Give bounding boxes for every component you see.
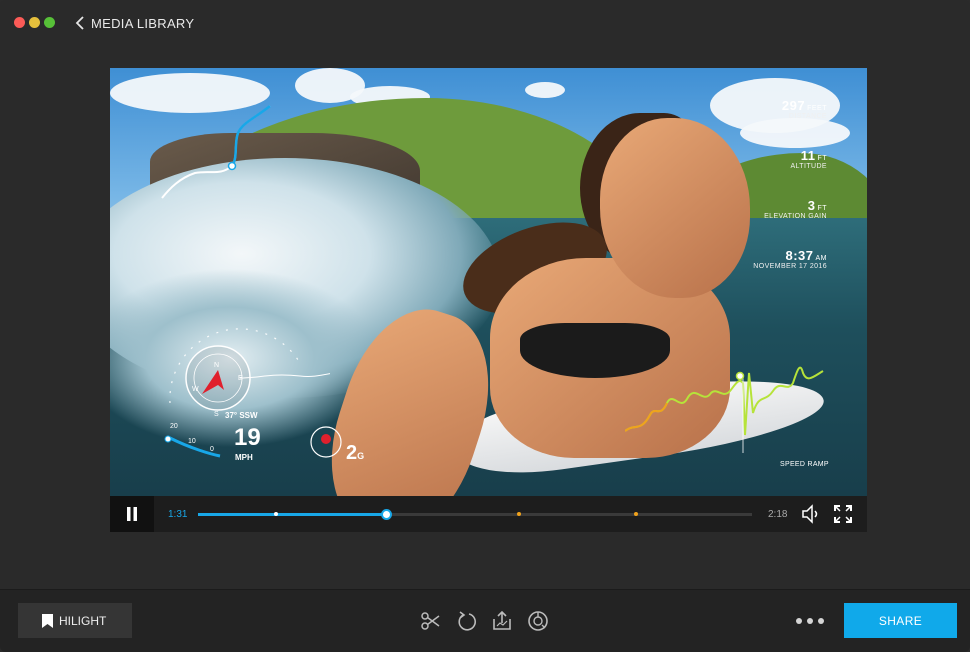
share-button[interactable]: SHARE bbox=[844, 603, 957, 638]
highlight-marker[interactable] bbox=[273, 512, 278, 516]
page-title: MEDIA LIBRARY bbox=[91, 16, 195, 31]
back-button[interactable] bbox=[70, 12, 90, 34]
total-time: 2:18 bbox=[768, 509, 788, 520]
speed-tick-20: 20 bbox=[170, 423, 178, 430]
burn-disc-button[interactable] bbox=[526, 609, 550, 633]
compass-e: E bbox=[238, 375, 243, 382]
speed-ramp-graph bbox=[625, 366, 824, 453]
seek-bar[interactable] bbox=[198, 509, 752, 520]
trim-button[interactable] bbox=[419, 609, 443, 633]
chevron-left-icon bbox=[75, 16, 84, 30]
elevation-gain-stat: 3 FT ELEVATION GAIN bbox=[764, 198, 827, 220]
more-dot-icon bbox=[807, 618, 813, 624]
volume-icon bbox=[802, 504, 818, 524]
burn-icon bbox=[528, 611, 548, 631]
scissors-icon bbox=[421, 612, 440, 630]
zoom-window-button[interactable] bbox=[44, 17, 55, 28]
time-date-stat: 8:37 AM NOVEMBER 17 2016 bbox=[753, 248, 827, 270]
export-icon bbox=[493, 610, 511, 630]
speed-tick-0: 0 bbox=[210, 446, 214, 453]
video-frame[interactable]: 297 FEET DISTANCE 11 FT ALTITUDE 3 FT ELEVA… bbox=[110, 68, 867, 496]
compass-w: W bbox=[192, 386, 199, 393]
altitude-stat: 11 FT ALTITUDE bbox=[790, 148, 827, 170]
volume-button[interactable] bbox=[800, 503, 822, 525]
more-options-button[interactable] bbox=[790, 612, 830, 630]
speed-unit: MPH bbox=[235, 453, 253, 462]
hilight-label: HILIGHT bbox=[59, 613, 107, 628]
current-time: 1:31 bbox=[168, 509, 188, 520]
hilight-tag-icon bbox=[42, 613, 53, 628]
more-dot-icon bbox=[796, 618, 802, 624]
fullscreen-button[interactable] bbox=[832, 503, 854, 525]
gforce-value: 2G bbox=[346, 442, 365, 464]
speed-ramp-label: SPEED RAMP bbox=[780, 461, 829, 468]
bottom-toolbar: HILIGHT SHARE bbox=[0, 589, 970, 652]
highlight-marker[interactable] bbox=[633, 512, 638, 516]
compass-n: N bbox=[214, 362, 220, 369]
rotate-button[interactable] bbox=[455, 609, 479, 633]
distance-stat: 297 FEET DISTANCE bbox=[781, 98, 827, 120]
minimize-window-button[interactable] bbox=[29, 17, 40, 28]
speed-tick-10: 10 bbox=[188, 438, 196, 445]
pause-button[interactable] bbox=[110, 496, 154, 532]
pause-icon bbox=[127, 507, 137, 521]
gforce-gauge bbox=[310, 426, 342, 458]
more-dot-icon bbox=[818, 618, 824, 624]
speed-value: 19 bbox=[234, 424, 261, 451]
title-bar: MEDIA LIBRARY bbox=[0, 0, 970, 44]
seek-progress bbox=[198, 513, 387, 516]
seek-handle[interactable] bbox=[381, 509, 393, 520]
app-window: MEDIA LIBRARY 297 FEET DISTANCE 11 FT AL… bbox=[0, 0, 970, 652]
highlight-marker[interactable] bbox=[517, 512, 522, 516]
export-button[interactable] bbox=[490, 609, 514, 633]
player-controls: 1:31 2:18 bbox=[110, 496, 867, 532]
rotate-icon bbox=[458, 611, 476, 631]
route-trace bbox=[161, 105, 271, 199]
compass-heading: 37° SSW bbox=[225, 411, 258, 420]
compass-s: S bbox=[214, 411, 219, 418]
close-window-button[interactable] bbox=[14, 17, 25, 28]
hilight-button[interactable]: HILIGHT bbox=[18, 603, 132, 638]
fullscreen-icon bbox=[834, 505, 852, 523]
